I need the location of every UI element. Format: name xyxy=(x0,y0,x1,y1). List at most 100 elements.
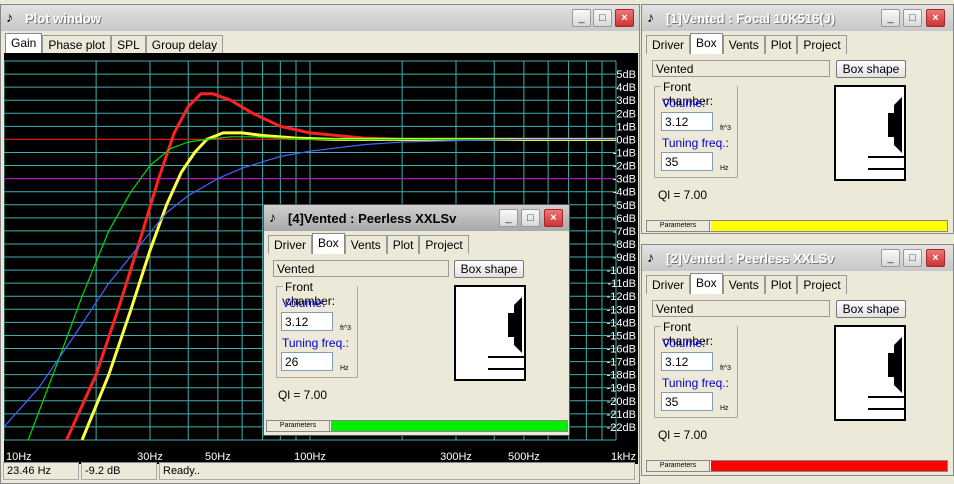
box-type-select[interactable]: Vented xyxy=(273,260,449,277)
status-text: Ready.. xyxy=(159,462,635,480)
parameters-bar[interactable]: Parameters xyxy=(266,420,568,432)
y-tick-label: 2dB xyxy=(616,108,636,120)
tab-driver[interactable]: Driver xyxy=(646,275,690,294)
box-window-4-titlebar[interactable]: ♪ [4]Vented : Peerless XXLSv _ □ × xyxy=(264,205,569,231)
box-shape-button[interactable]: Box shape xyxy=(836,300,906,318)
maximize-icon[interactable]: □ xyxy=(521,209,540,227)
y-tick-label: -15dB xyxy=(607,330,636,342)
plot-window-titlebar[interactable]: ♪ Plot window _ □ × xyxy=(1,5,639,31)
tab-project[interactable]: Project xyxy=(419,235,469,254)
box-window-1-titlebar[interactable]: ♪ [1]Vented : Focal 10K516(J) _ □ × xyxy=(642,5,953,31)
y-tick-label: -19dB xyxy=(607,383,636,395)
tab-project[interactable]: Project xyxy=(797,35,847,54)
status-gain: -9.2 dB xyxy=(81,462,157,480)
tab-gain[interactable]: Gain xyxy=(5,33,43,54)
window-title: [4]Vented : Peerless XXLSv xyxy=(288,211,457,226)
ql-value: Ql = 7.00 xyxy=(658,188,708,202)
tab-driver[interactable]: Driver xyxy=(268,235,312,254)
tab-vents[interactable]: Vents xyxy=(722,275,765,294)
y-tick-label: -14dB xyxy=(607,317,636,329)
tuning-input[interactable]: 26 xyxy=(281,352,333,371)
y-tick-label: -8dB xyxy=(613,239,636,251)
maximize-icon[interactable]: □ xyxy=(903,9,922,27)
y-tick-label: -7dB xyxy=(613,226,636,238)
y-tick-label: 4dB xyxy=(616,82,636,94)
y-tick-label: -21dB xyxy=(607,409,636,421)
minimize-icon[interactable]: _ xyxy=(881,9,900,27)
tab-box[interactable]: Box xyxy=(312,233,345,254)
parameters-button[interactable]: Parameters xyxy=(267,421,330,431)
tuning-label: Tuning freq.: xyxy=(662,376,729,390)
y-tick-label: -13dB xyxy=(607,304,636,316)
close-icon[interactable]: × xyxy=(544,209,563,227)
tab-phase-plot[interactable]: Phase plot xyxy=(42,35,112,54)
volume-label: Volume: xyxy=(662,96,706,110)
volume-unit: ft^3 xyxy=(720,125,732,132)
speaker-app-icon: ♪ xyxy=(647,9,654,25)
volume-input[interactable]: 3.12 xyxy=(281,312,333,331)
box-shape-drawing xyxy=(454,285,526,381)
y-tick-label: -5dB xyxy=(613,200,636,212)
minimize-icon[interactable]: _ xyxy=(499,209,518,227)
speaker-app-icon: ♪ xyxy=(269,209,276,225)
window-title: Plot window xyxy=(25,11,101,26)
driver-color-bar xyxy=(331,421,567,431)
y-tick-label: 1dB xyxy=(616,121,636,133)
close-icon[interactable]: × xyxy=(926,9,945,27)
speaker-app-icon: ♪ xyxy=(647,249,654,265)
minimize-icon[interactable]: _ xyxy=(572,9,591,27)
box-shape-button[interactable]: Box shape xyxy=(836,60,906,78)
tuning-input[interactable]: 35 xyxy=(661,392,713,411)
tuning-input[interactable]: 35 xyxy=(661,152,713,171)
maximize-icon[interactable]: □ xyxy=(903,249,922,267)
driver-color-bar xyxy=(711,461,947,471)
minimize-icon[interactable]: _ xyxy=(881,249,900,267)
parameters-button[interactable]: Parameters xyxy=(647,221,710,231)
box-window-4: ♪ [4]Vented : Peerless XXLSv _ □ × Drive… xyxy=(263,204,570,436)
close-icon[interactable]: × xyxy=(926,249,945,267)
tuning-unit: Hz xyxy=(720,165,729,172)
tab-box[interactable]: Box xyxy=(690,273,723,294)
parameters-bar[interactable]: Parameters xyxy=(646,220,948,232)
driver-color-bar xyxy=(711,221,947,231)
y-tick-label: 5dB xyxy=(616,69,636,81)
box-type-select[interactable]: Vented xyxy=(652,60,830,77)
tab-driver[interactable]: Driver xyxy=(646,35,690,54)
box-type-select[interactable]: Vented xyxy=(652,300,830,317)
parameters-bar[interactable]: Parameters xyxy=(646,460,948,472)
tab-box[interactable]: Box xyxy=(690,33,723,54)
volume-input[interactable]: 3.12 xyxy=(661,352,713,371)
tuning-label: Tuning freq.: xyxy=(662,136,729,150)
speaker-app-icon: ♪ xyxy=(6,9,13,25)
maximize-icon[interactable]: □ xyxy=(593,9,612,27)
tab-vents[interactable]: Vents xyxy=(344,235,387,254)
window-title: [1]Vented : Focal 10K516(J) xyxy=(666,11,836,26)
tab-vents[interactable]: Vents xyxy=(722,35,765,54)
box-shape-drawing xyxy=(834,85,906,181)
tab-plot[interactable]: Plot xyxy=(764,35,798,54)
y-tick-label: -1dB xyxy=(613,147,636,159)
tab-group-delay[interactable]: Group delay xyxy=(145,35,224,54)
box-tabs: Driver Box Vents Plot Project xyxy=(646,273,847,294)
close-icon[interactable]: × xyxy=(615,9,634,27)
y-tick-label: -17dB xyxy=(607,357,636,369)
tab-plot[interactable]: Plot xyxy=(386,235,420,254)
y-tick-label: -2dB xyxy=(613,161,636,173)
box-window-2: ♪ [2]Vented : Peerless XXLSv _ □ × Drive… xyxy=(641,244,954,476)
volume-unit: ft^3 xyxy=(340,325,352,332)
tab-plot[interactable]: Plot xyxy=(764,275,798,294)
tab-spl[interactable]: SPL xyxy=(111,35,146,54)
y-tick-label: -22dB xyxy=(607,422,636,434)
y-tick-label: -4dB xyxy=(613,187,636,199)
volume-input[interactable]: 3.12 xyxy=(661,112,713,131)
box-window-2-titlebar[interactable]: ♪ [2]Vented : Peerless XXLSv _ □ × xyxy=(642,245,953,271)
parameters-button[interactable]: Parameters xyxy=(647,461,710,471)
tuning-label: Tuning freq.: xyxy=(282,336,349,350)
tab-project[interactable]: Project xyxy=(797,275,847,294)
plot-tabs: Gain Phase plot SPL Group delay xyxy=(5,33,224,54)
box-shape-button[interactable]: Box shape xyxy=(454,260,524,278)
y-tick-label: -12dB xyxy=(607,291,636,303)
y-tick-label: -10dB xyxy=(607,265,636,277)
y-tick-label: 3dB xyxy=(616,95,636,107)
y-tick-label: -18dB xyxy=(607,370,636,382)
